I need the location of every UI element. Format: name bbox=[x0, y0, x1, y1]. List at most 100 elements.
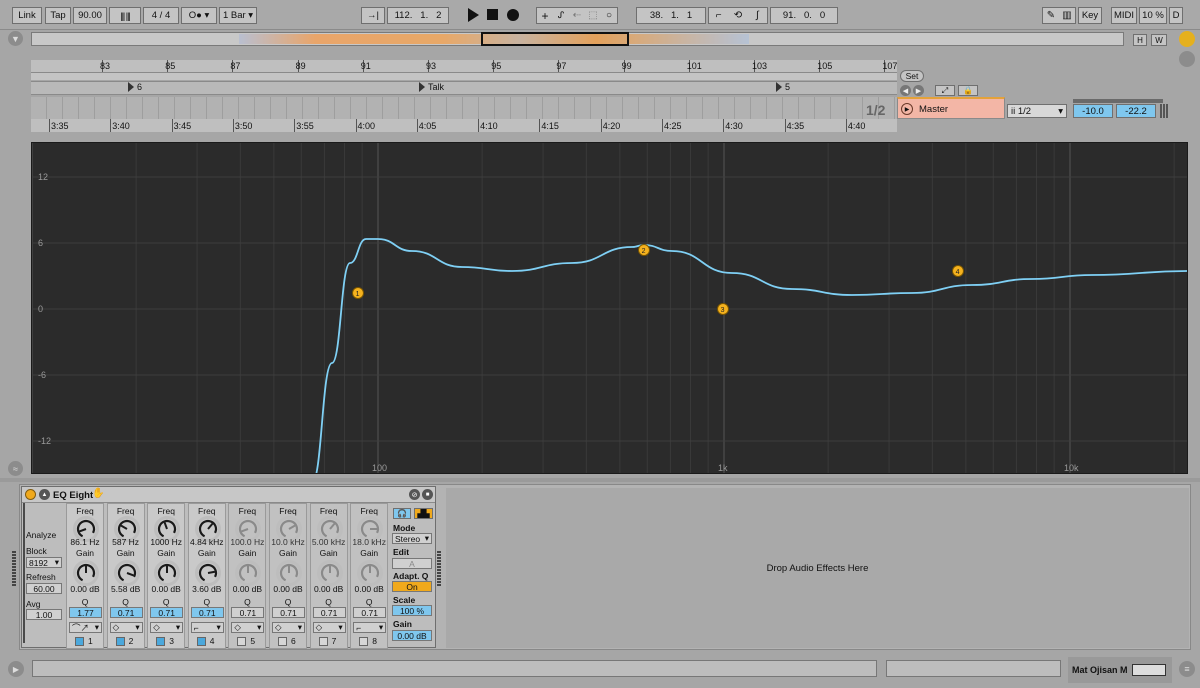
session-view-toggle-icon[interactable]: ▶ bbox=[8, 661, 24, 677]
gain-value[interactable]: 3.60 dB bbox=[189, 584, 225, 594]
band-activator-checkbox[interactable] bbox=[237, 637, 247, 646]
gain-knob[interactable] bbox=[357, 560, 384, 586]
play-icon[interactable] bbox=[468, 8, 479, 22]
beat-time-ruler[interactable]: 83 85 87 89 91 93 95 97 99 101 103 105 107 bbox=[31, 60, 897, 72]
detail-view-toggle-icon[interactable]: ≡ bbox=[1179, 661, 1195, 677]
eq-display-expand-icon[interactable]: ≈ bbox=[8, 461, 23, 476]
filter-type-select[interactable]: ◇ ▾ bbox=[150, 622, 184, 633]
gain-knob[interactable] bbox=[316, 560, 343, 586]
optimize-width-button[interactable]: W bbox=[1151, 34, 1167, 46]
gain-knob[interactable] bbox=[154, 560, 181, 586]
quantize-menu[interactable]: 1 Bar ▾ bbox=[219, 7, 257, 24]
master-track-header[interactable]: ▶ Master bbox=[897, 97, 1005, 119]
loop-start-field[interactable]: 38. 1. 1 bbox=[636, 7, 706, 24]
gain-knob[interactable] bbox=[73, 560, 99, 586]
locator-marker[interactable]: 5 bbox=[776, 82, 790, 92]
device-resize-handle[interactable] bbox=[437, 550, 441, 586]
loop-length-field[interactable]: 91. 0. 0 bbox=[770, 7, 838, 24]
device-save-icon[interactable]: ■ bbox=[422, 489, 433, 500]
browser-toggle-icon[interactable] bbox=[1179, 31, 1195, 47]
time-signature-field[interactable]: 4 / 4 bbox=[143, 7, 179, 24]
gain-knob[interactable] bbox=[235, 560, 262, 586]
optimize-height-button[interactable]: H bbox=[1133, 34, 1147, 46]
filter-type-select[interactable]: ◇ ▾ bbox=[312, 622, 346, 633]
tap-button[interactable]: Tap bbox=[45, 7, 71, 24]
lock-icon[interactable]: 🔒 bbox=[958, 85, 978, 96]
band-activator-checkbox[interactable] bbox=[115, 637, 125, 646]
master-input-select[interactable]: ii 1/2 ▾ bbox=[1007, 104, 1067, 118]
filter-type-select[interactable]: ◇ ▾ bbox=[231, 622, 265, 633]
band-activator-checkbox[interactable] bbox=[156, 637, 166, 646]
link-button[interactable]: Link bbox=[12, 7, 42, 24]
edit-button[interactable]: A bbox=[392, 558, 432, 569]
overview-visible-region[interactable] bbox=[481, 32, 629, 46]
eq-band-node-3[interactable]: 3 bbox=[717, 303, 729, 315]
output-gain-field[interactable]: 0.00 dB bbox=[392, 630, 432, 641]
punch-out-icon[interactable]: ∫ bbox=[748, 8, 767, 23]
gain-value[interactable]: 5.58 dB bbox=[108, 584, 144, 594]
locator-lane[interactable]: 6 Talk 5 bbox=[31, 81, 897, 95]
freq-value[interactable]: 5.00 kHz bbox=[311, 537, 347, 547]
eq-band-node-4[interactable]: 4 bbox=[952, 265, 964, 277]
audition-button[interactable]: 🎧 bbox=[393, 508, 411, 519]
time-ruler[interactable]: 3:35 3:40 3:45 3:50 3:55 4:00 4:05 4:10 4:15 4:20… bbox=[31, 119, 897, 132]
automation-unfold-icon[interactable]: ⤢ bbox=[935, 85, 955, 96]
scroll-handle-icon[interactable] bbox=[1160, 104, 1168, 118]
scale-field[interactable]: 100 % bbox=[392, 605, 432, 616]
gain-knob[interactable] bbox=[276, 560, 302, 586]
automation-arm-icon[interactable]: ᔑ bbox=[553, 8, 569, 23]
punch-in-icon[interactable]: ⌐ bbox=[709, 8, 728, 23]
track-delay-toggle-icon[interactable] bbox=[1179, 51, 1195, 67]
band-activator-checkbox[interactable] bbox=[196, 637, 206, 646]
locator-marker[interactable]: Talk bbox=[419, 82, 444, 92]
freq-value[interactable]: 1000 Hz bbox=[148, 537, 184, 547]
computer-keyboard-icon[interactable]: ▥ bbox=[1059, 8, 1075, 23]
arrangement-position-field[interactable]: 112. 1. 2 bbox=[387, 7, 449, 24]
mode-select[interactable]: Stereo ▾ bbox=[392, 533, 432, 544]
gain-value[interactable]: 0.00 dB bbox=[311, 584, 347, 594]
master-volume-field[interactable]: -10.0 bbox=[1073, 104, 1113, 118]
view-toggle-arrow-icon[interactable]: ▼ bbox=[8, 31, 23, 46]
device-activator-icon[interactable] bbox=[25, 489, 36, 500]
device-fold-icon[interactable]: ▲ bbox=[39, 489, 50, 500]
filter-type-select[interactable]: ◇ ▾ bbox=[109, 622, 143, 633]
q-field[interactable]: 0.71 bbox=[312, 607, 346, 618]
follow-button[interactable]: →| bbox=[361, 7, 385, 24]
prev-locator-icon[interactable]: ◀ bbox=[900, 85, 911, 96]
gain-knob[interactable] bbox=[194, 560, 221, 586]
block-select[interactable]: 8192 ▾ bbox=[26, 557, 62, 568]
filter-type-select[interactable]: ⌒↗ ▾ bbox=[69, 622, 102, 633]
q-field[interactable]: 0.71 bbox=[190, 607, 224, 618]
overdub-icon[interactable]: + bbox=[537, 8, 553, 23]
tempo-nudge-icon[interactable]: ||| ||| bbox=[109, 7, 141, 24]
next-locator-icon[interactable]: ▶ bbox=[913, 85, 924, 96]
q-field[interactable]: 0.71 bbox=[272, 607, 305, 618]
band-activator-checkbox[interactable] bbox=[318, 637, 328, 646]
filter-type-select[interactable]: ⌐ ▾ bbox=[190, 622, 224, 633]
draw-mode-icon[interactable]: ✎ bbox=[1043, 8, 1059, 23]
band-activator-checkbox[interactable] bbox=[278, 637, 287, 646]
adapt-q-button[interactable]: On bbox=[392, 581, 432, 592]
hot-swap-icon[interactable]: ✋ bbox=[92, 488, 104, 499]
drop-effects-zone[interactable]: Drop Audio Effects Here bbox=[446, 488, 1189, 648]
eq-spectrum-display[interactable]: 12 6 0 -6 -12 100 1k 10k 1 2 3 4 bbox=[31, 142, 1188, 474]
analyze-toggle[interactable] bbox=[23, 503, 25, 643]
freq-value[interactable]: 4.84 kHz bbox=[189, 537, 225, 547]
q-field[interactable]: 0.71 bbox=[231, 607, 265, 618]
gain-value[interactable]: 0.00 dB bbox=[148, 584, 184, 594]
loop-switch-icon[interactable]: ⟲ bbox=[728, 8, 747, 23]
session-record-icon[interactable]: ○ bbox=[601, 8, 617, 23]
freq-value[interactable]: 587 Hz bbox=[108, 537, 144, 547]
gain-value[interactable]: 0.00 dB bbox=[270, 584, 306, 594]
eq-band-node-1[interactable]: 1 bbox=[352, 287, 364, 299]
selected-track-field[interactable]: Mat Ojisan M bbox=[1068, 657, 1172, 683]
capture-icon[interactable]: ⬚ bbox=[585, 8, 601, 23]
arrangement-overview[interactable] bbox=[31, 32, 1124, 46]
gain-value[interactable]: 0.00 dB bbox=[351, 584, 387, 594]
master-track-lane[interactable] bbox=[31, 97, 897, 119]
record-icon[interactable] bbox=[507, 9, 519, 21]
spectrum-toggle-button[interactable]: ▟▙ bbox=[414, 508, 433, 519]
q-field[interactable]: 1.77 bbox=[69, 607, 102, 618]
set-locator-button[interactable]: Set bbox=[900, 70, 924, 82]
key-map-button[interactable]: Key bbox=[1078, 7, 1102, 24]
